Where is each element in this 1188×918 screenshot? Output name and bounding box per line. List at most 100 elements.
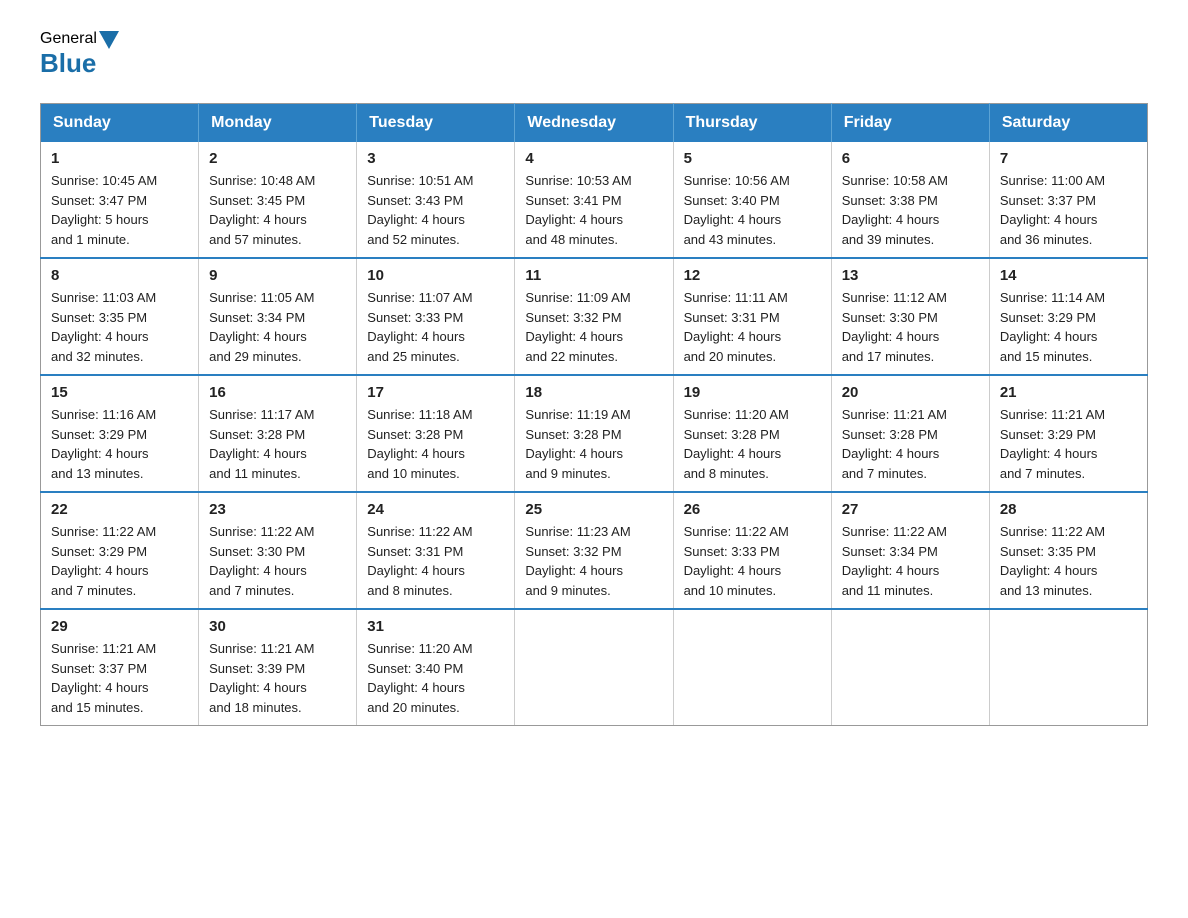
day-info: Sunrise: 11:03 AMSunset: 3:35 PMDaylight… — [51, 288, 188, 366]
day-info: Sunrise: 11:23 AMSunset: 3:32 PMDaylight… — [525, 522, 662, 600]
day-info: Sunrise: 11:21 AMSunset: 3:29 PMDaylight… — [1000, 405, 1137, 483]
day-info: Sunrise: 11:00 AMSunset: 3:37 PMDaylight… — [1000, 171, 1137, 249]
calendar-day-header: Wednesday — [515, 104, 673, 143]
day-number: 19 — [684, 384, 821, 401]
calendar-cell: 15 Sunrise: 11:16 AMSunset: 3:29 PMDaylig… — [41, 375, 199, 492]
calendar-cell: 7 Sunrise: 11:00 AMSunset: 3:37 PMDayligh… — [989, 142, 1147, 258]
logo-triangle-icon — [99, 31, 119, 49]
calendar-week-row: 1 Sunrise: 10:45 AMSunset: 3:47 PMDayligh… — [41, 142, 1148, 258]
day-number: 16 — [209, 384, 346, 401]
calendar-cell: 3 Sunrise: 10:51 AMSunset: 3:43 PMDayligh… — [357, 142, 515, 258]
day-number: 9 — [209, 267, 346, 284]
calendar-cell: 14 Sunrise: 11:14 AMSunset: 3:29 PMDaylig… — [989, 258, 1147, 375]
day-number: 18 — [525, 384, 662, 401]
calendar-cell — [831, 609, 989, 726]
day-number: 7 — [1000, 150, 1137, 167]
calendar-cell: 6 Sunrise: 10:58 AMSunset: 3:38 PMDayligh… — [831, 142, 989, 258]
day-number: 24 — [367, 501, 504, 518]
day-number: 30 — [209, 618, 346, 635]
day-number: 31 — [367, 618, 504, 635]
day-number: 23 — [209, 501, 346, 518]
calendar-header-row: SundayMondayTuesdayWednesdayThursdayFrid… — [41, 104, 1148, 143]
calendar-week-row: 29Sunrise: 11:21 AMSunset: 3:37 PMDaylig… — [41, 609, 1148, 726]
calendar-cell: 4Sunrise: 10:53 AMSunset: 3:41 PMDayligh… — [515, 142, 673, 258]
day-info: Sunrise: 10:56 AMSunset: 3:40 PMDaylight… — [684, 171, 821, 249]
day-info: Sunrise: 11:21 AMSunset: 3:28 PMDaylight… — [842, 405, 979, 483]
calendar-cell: 10Sunrise: 11:07 AMSunset: 3:33 PMDaylig… — [357, 258, 515, 375]
calendar-week-row: 8 Sunrise: 11:03 AMSunset: 3:35 PMDayligh… — [41, 258, 1148, 375]
day-number: 3 — [367, 150, 504, 167]
day-info: Sunrise: 11:05 AMSunset: 3:34 PMDaylight… — [209, 288, 346, 366]
day-info: Sunrise: 11:19 AMSunset: 3:28 PMDaylight… — [525, 405, 662, 483]
calendar-cell: 13 Sunrise: 11:12 AMSunset: 3:30 PMDaylig… — [831, 258, 989, 375]
day-number: 20 — [842, 384, 979, 401]
day-number: 1 — [51, 150, 188, 167]
day-info: Sunrise: 11:18 AMSunset: 3:28 PMDaylight… — [367, 405, 504, 483]
day-info: Sunrise: 11:12 AMSunset: 3:30 PMDaylight… — [842, 288, 979, 366]
calendar-cell: 17 Sunrise: 11:18 AMSunset: 3:28 PMDaylig… — [357, 375, 515, 492]
page-header: General Blue — [40, 30, 1148, 79]
calendar-cell: 22 Sunrise: 11:22 AMSunset: 3:29 PMDaylig… — [41, 492, 199, 609]
day-number: 25 — [525, 501, 662, 518]
day-number: 22 — [51, 501, 188, 518]
day-info: Sunrise: 11:11 AMSunset: 3:31 PMDaylight… — [684, 288, 821, 366]
calendar-day-header: Sunday — [41, 104, 199, 143]
day-info: Sunrise: 10:58 AMSunset: 3:38 PMDaylight… — [842, 171, 979, 249]
day-info: Sunrise: 11:20 AMSunset: 3:40 PMDaylight… — [367, 639, 504, 717]
calendar-cell: 28Sunrise: 11:22 AMSunset: 3:35 PMDaylig… — [989, 492, 1147, 609]
calendar-cell: 31 Sunrise: 11:20 AMSunset: 3:40 PMDaylig… — [357, 609, 515, 726]
day-info: Sunrise: 11:20 AMSunset: 3:28 PMDaylight… — [684, 405, 821, 483]
day-info: Sunrise: 11:16 AMSunset: 3:29 PMDaylight… — [51, 405, 188, 483]
day-number: 5 — [684, 150, 821, 167]
day-info: Sunrise: 10:48 AMSunset: 3:45 PMDaylight… — [209, 171, 346, 249]
calendar-cell — [989, 609, 1147, 726]
day-info: Sunrise: 10:53 AMSunset: 3:41 PMDaylight… — [525, 171, 662, 249]
day-number: 10 — [367, 267, 504, 284]
logo-blue-text: Blue — [40, 48, 96, 79]
calendar-cell — [515, 609, 673, 726]
calendar-cell: 20 Sunrise: 11:21 AMSunset: 3:28 PMDaylig… — [831, 375, 989, 492]
logo-general-text: General — [40, 30, 97, 48]
day-info: Sunrise: 11:22 AMSunset: 3:34 PMDaylight… — [842, 522, 979, 600]
calendar-week-row: 15 Sunrise: 11:16 AMSunset: 3:29 PMDaylig… — [41, 375, 1148, 492]
day-info: Sunrise: 11:22 AMSunset: 3:31 PMDaylight… — [367, 522, 504, 600]
day-number: 26 — [684, 501, 821, 518]
calendar-cell: 26Sunrise: 11:22 AMSunset: 3:33 PMDaylig… — [673, 492, 831, 609]
calendar-table: SundayMondayTuesdayWednesdayThursdayFrid… — [40, 103, 1148, 726]
calendar-cell — [673, 609, 831, 726]
calendar-day-header: Tuesday — [357, 104, 515, 143]
calendar-cell: 2 Sunrise: 10:48 AMSunset: 3:45 PMDayligh… — [199, 142, 357, 258]
day-number: 6 — [842, 150, 979, 167]
calendar-cell: 5 Sunrise: 10:56 AMSunset: 3:40 PMDayligh… — [673, 142, 831, 258]
day-number: 14 — [1000, 267, 1137, 284]
calendar-cell: 8 Sunrise: 11:03 AMSunset: 3:35 PMDayligh… — [41, 258, 199, 375]
day-number: 13 — [842, 267, 979, 284]
day-number: 27 — [842, 501, 979, 518]
calendar-day-header: Friday — [831, 104, 989, 143]
calendar-cell: 29Sunrise: 11:21 AMSunset: 3:37 PMDaylig… — [41, 609, 199, 726]
calendar-cell: 12Sunrise: 11:11 AMSunset: 3:31 PMDaylig… — [673, 258, 831, 375]
day-info: Sunrise: 11:21 AMSunset: 3:39 PMDaylight… — [209, 639, 346, 717]
logo: General Blue — [40, 30, 119, 79]
calendar-cell: 16 Sunrise: 11:17 AMSunset: 3:28 PMDaylig… — [199, 375, 357, 492]
day-info: Sunrise: 10:51 AMSunset: 3:43 PMDaylight… — [367, 171, 504, 249]
calendar-week-row: 22 Sunrise: 11:22 AMSunset: 3:29 PMDaylig… — [41, 492, 1148, 609]
day-number: 2 — [209, 150, 346, 167]
calendar-cell: 24 Sunrise: 11:22 AMSunset: 3:31 PMDaylig… — [357, 492, 515, 609]
day-number: 11 — [525, 267, 662, 284]
day-number: 8 — [51, 267, 188, 284]
calendar-cell: 25 Sunrise: 11:23 AMSunset: 3:32 PMDaylig… — [515, 492, 673, 609]
calendar-cell: 18 Sunrise: 11:19 AMSunset: 3:28 PMDaylig… — [515, 375, 673, 492]
calendar-cell: 23Sunrise: 11:22 AMSunset: 3:30 PMDaylig… — [199, 492, 357, 609]
calendar-cell: 27 Sunrise: 11:22 AMSunset: 3:34 PMDaylig… — [831, 492, 989, 609]
calendar-cell: 1 Sunrise: 10:45 AMSunset: 3:47 PMDayligh… — [41, 142, 199, 258]
day-info: Sunrise: 11:17 AMSunset: 3:28 PMDaylight… — [209, 405, 346, 483]
day-number: 15 — [51, 384, 188, 401]
calendar-cell: 11Sunrise: 11:09 AMSunset: 3:32 PMDaylig… — [515, 258, 673, 375]
day-info: Sunrise: 11:14 AMSunset: 3:29 PMDaylight… — [1000, 288, 1137, 366]
day-info: Sunrise: 11:22 AMSunset: 3:29 PMDaylight… — [51, 522, 188, 600]
day-info: Sunrise: 10:45 AMSunset: 3:47 PMDaylight… — [51, 171, 188, 249]
day-number: 17 — [367, 384, 504, 401]
calendar-cell: 19 Sunrise: 11:20 AMSunset: 3:28 PMDaylig… — [673, 375, 831, 492]
calendar-day-header: Thursday — [673, 104, 831, 143]
